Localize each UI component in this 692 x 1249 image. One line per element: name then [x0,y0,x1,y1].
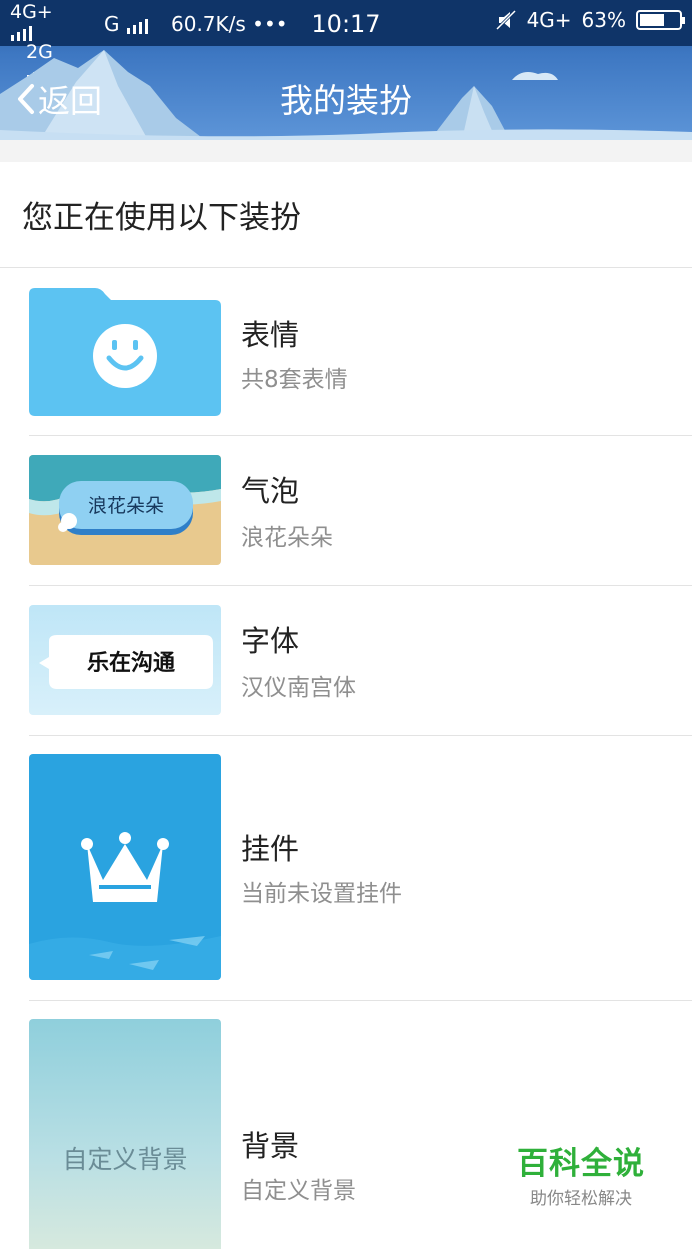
item-subtitle: 自定义背景 [241,1178,356,1204]
background-thumbnail: 自定义背景 [29,1019,221,1249]
header: 4G+ 2G G 60.7K/s ••• 10:17 4G+ 63% 返回 我的… [0,0,692,140]
watermark-main: 百科全说 [517,1146,645,1182]
list-item-bubble[interactable]: 浪花朵朵 气泡 浪花朵朵 [0,436,692,586]
item-subtitle: 汉仪南宫体 [241,675,356,701]
item-subtitle: 当前未设置挂件 [241,881,402,907]
list-item-font[interactable]: 乐在沟通 字体 汉仪南宫体 [0,586,692,736]
item-title: 表情 [241,318,300,352]
background-thumb-text: 自定义背景 [62,1145,187,1174]
smiley-icon [93,324,157,388]
watermark: 百科全说 助你轻松解决 [516,1138,646,1209]
battery-icon [636,10,685,30]
battery-percent: 63% [581,8,626,32]
item-title: 挂件 [241,832,300,866]
bubble-thumb-text: 浪花朵朵 [88,495,164,517]
bubble-thumbnail: 浪花朵朵 [29,455,221,565]
section-title: 您正在使用以下装扮 [22,200,301,236]
header-gap [0,140,692,162]
font-thumb-text: 乐在沟通 [87,650,175,676]
item-title: 气泡 [241,474,300,508]
font-thumbnail: 乐在沟通 [29,605,221,715]
watermark-sub: 助你轻松解决 [530,1189,632,1209]
list-item-emoji[interactable]: 表情 共8套表情 [0,268,692,436]
mute-icon [495,9,516,31]
emoji-thumbnail [29,288,221,416]
pendant-thumbnail [29,754,221,980]
network-type-right: 4G+ [526,8,572,32]
item-subtitle: 共8套表情 [241,367,348,393]
item-subtitle: 浪花朵朵 [241,525,333,551]
item-title: 背景 [241,1129,300,1163]
status-bar: 4G+ 2G G 60.7K/s ••• 10:17 4G+ 63% [0,0,692,81]
status-right: 4G+ 63% [495,8,685,32]
item-title: 字体 [241,624,300,658]
list-item-pendant[interactable]: 挂件 当前未设置挂件 [0,736,692,1001]
page-title: 我的装扮 [280,81,412,120]
